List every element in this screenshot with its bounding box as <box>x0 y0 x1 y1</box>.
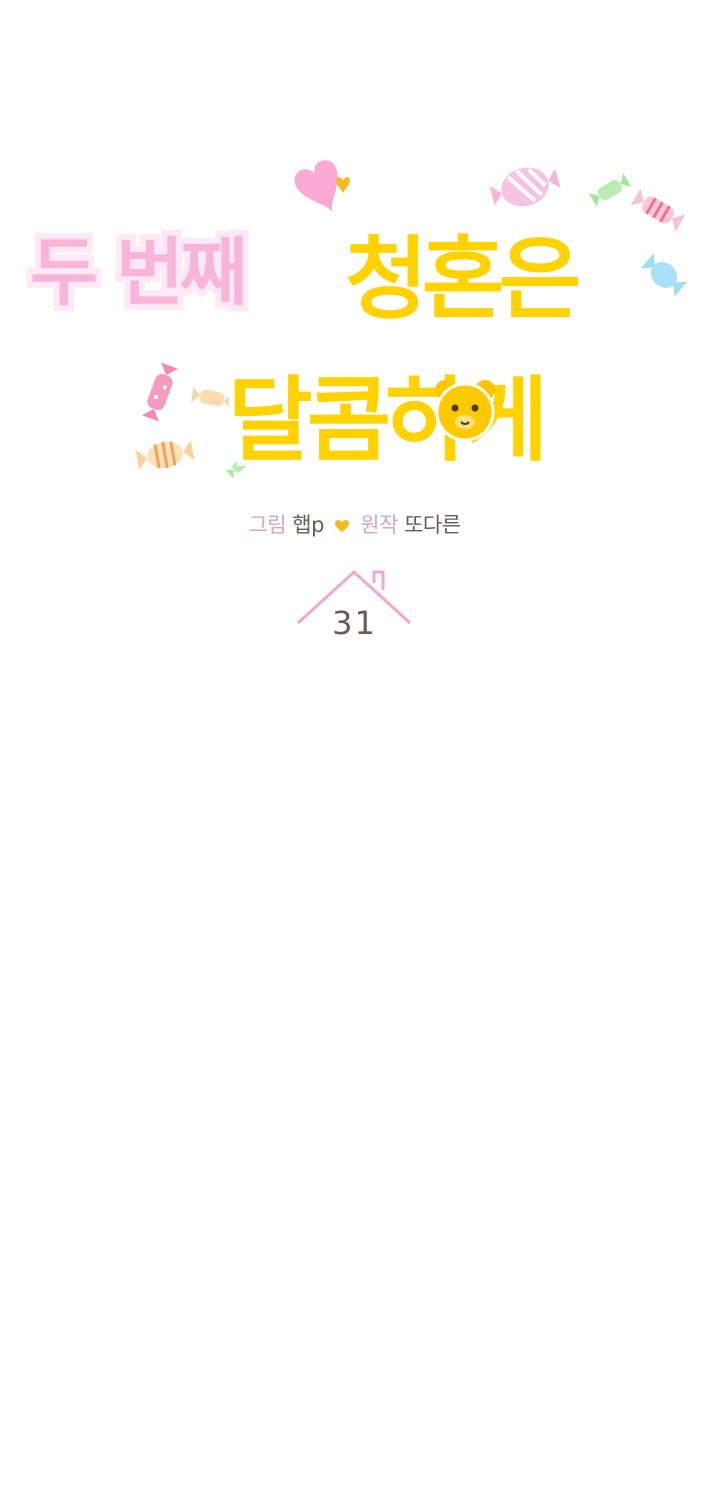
title-line2: 달콤하게 <box>228 367 543 474</box>
heart-icon <box>335 520 350 532</box>
candy-icon <box>588 173 632 207</box>
art-name: 햅p <box>292 513 324 537</box>
art-label: 그림 <box>248 513 287 537</box>
story-name: 또다른 <box>404 513 461 537</box>
bear-face-icon <box>435 380 495 442</box>
candy-icon <box>489 167 561 207</box>
candy-icon <box>135 440 195 470</box>
title-line1-part1: 두 번째 <box>30 230 244 316</box>
heart-icon <box>336 177 350 194</box>
candy-icon <box>141 362 179 422</box>
title-logo: 두 번째 청혼은 달콤하게 <box>24 160 688 625</box>
candy-icon <box>190 386 234 410</box>
story-label: 원작 <box>360 513 398 537</box>
episode-number: 31 <box>332 604 377 642</box>
candy-icon <box>640 253 688 297</box>
credits-line: 그림 햅p 원작 또다른 <box>0 510 709 540</box>
title-line1-part2: 청혼은 <box>345 227 579 332</box>
candy-icon <box>630 188 686 232</box>
